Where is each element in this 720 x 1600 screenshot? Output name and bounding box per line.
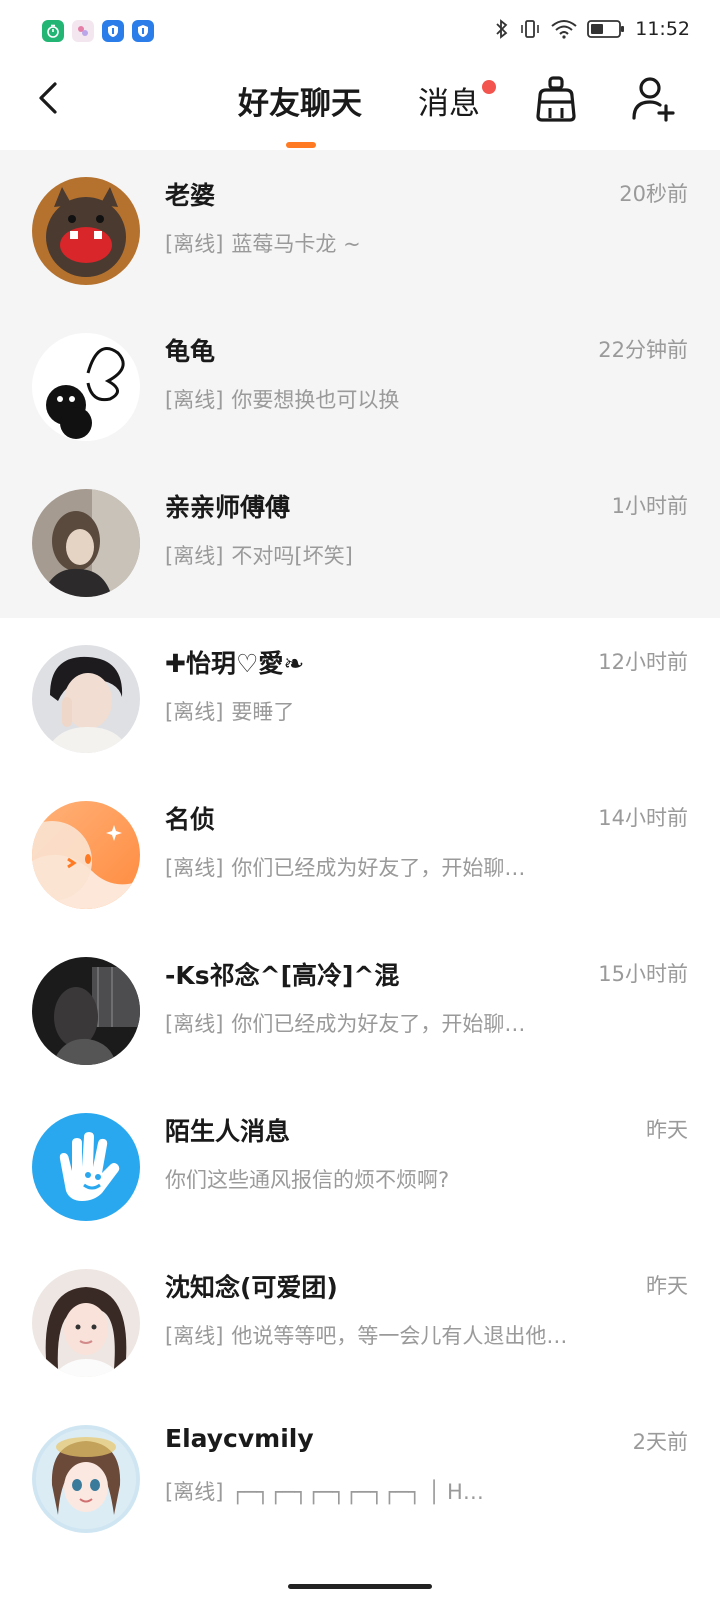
status-notification-icons [42,20,154,42]
chat-time: 22分钟前 [598,338,688,362]
last-message: 他说等等吧，等一会儿有人退出他… [231,1324,568,1348]
shield-app-icon [102,20,124,42]
chat-row[interactable]: -Ks祁念^[高冷]^混 15小时前 [离线] 你们已经成为好友了，开始聊… [0,930,720,1086]
vibrate-icon [521,20,540,38]
tab-messages[interactable]: 消息 [418,78,480,123]
last-message: 你们这些通风报信的烦不烦啊? [165,1168,450,1192]
status-system-icons: 11:52 [495,18,690,40]
chat-time: 12小时前 [598,650,688,674]
status-time: 11:52 [635,18,690,40]
chat-name: -Ks祁念^[高冷]^混 [165,961,400,990]
avatar [32,801,140,909]
online-status: [离线] [165,1324,224,1348]
online-status: [离线] [165,232,224,256]
broom-icon [536,76,576,122]
last-message: 不对吗[坏笑] [231,544,353,568]
chat-name: 龟龟 [165,337,216,366]
avatar [32,1269,140,1377]
chat-list: 老婆 20秒前 [离线] 蓝莓马卡龙 ~ 龟龟 22分钟前 [离线] 你要想换也可以… [0,150,720,1554]
battery-icon [587,20,625,38]
chat-preview: [离线] ┌─┐┌─┐┌─┐┌─┐┌─┐ │ H… [165,1476,484,1506]
online-status: [离线] [165,1012,224,1036]
avatar [32,489,140,597]
last-message: 要睡了 [231,700,295,724]
status-bar: 11:52 [0,0,720,62]
chat-name: 老婆 [165,181,216,210]
chat-name: 陌生人消息 [165,1117,291,1146]
shield-app-icon [132,20,154,42]
home-indicator[interactable] [288,1584,432,1589]
chat-preview: [离线] 他说等等吧，等一会儿有人退出他… [165,1320,567,1350]
last-message: 你要想换也可以换 [231,388,400,412]
chat-time: 14小时前 [598,806,688,830]
active-tab-indicator [286,142,316,148]
chat-preview: [离线] 你们已经成为好友了，开始聊… [165,1008,525,1038]
chat-preview: 你们这些通风报信的烦不烦啊? [165,1164,449,1194]
chat-name: 沈知念(可爱团) [165,1273,338,1302]
chat-name: ✚怡玥♡愛❧ [165,649,305,678]
tab-friend-chat[interactable]: 好友聊天 [238,78,362,123]
last-message: ┌─┐┌─┐┌─┐┌─┐┌─┐ │ H… [231,1480,484,1504]
chat-preview: [离线] 你要想换也可以换 [165,384,399,414]
chat-row[interactable]: 陌生人消息 昨天 你们这些通风报信的烦不烦啊? [0,1086,720,1242]
chat-row[interactable]: Elaycvmily 2天前 [离线] ┌─┐┌─┐┌─┐┌─┐┌─┐ │ H… [0,1398,720,1554]
online-status: [离线] [165,388,224,412]
chat-preview: [离线] 不对吗[坏笑] [165,540,353,570]
online-status: [离线] [165,1480,224,1504]
avatar [32,957,140,1065]
bluetooth-icon [496,19,508,39]
chat-preview: [离线] 你们已经成为好友了，开始聊… [165,852,525,882]
avatar [32,333,140,441]
chat-name: 亲亲师傅傅 [165,493,291,522]
photo-app-icon [72,20,94,42]
chat-time: 昨天 [646,1118,688,1142]
chat-preview: [离线] 蓝莓马卡龙 ~ [165,228,361,258]
avatar [32,645,140,753]
avatar [32,177,140,285]
timer-app-icon [42,20,64,42]
chat-row[interactable]: 亲亲师傅傅 1小时前 [离线] 不对吗[坏笑] [0,462,720,618]
add-friend-button[interactable] [630,74,680,124]
avatar [32,1113,140,1221]
chat-time: 15小时前 [598,962,688,986]
chat-time: 20秒前 [619,182,688,206]
chat-time: 1小时前 [611,494,688,518]
last-message: 你们已经成为好友了，开始聊… [231,856,526,880]
chevron-left-icon [39,82,57,114]
add-user-icon [632,77,675,122]
chat-row[interactable]: 名侦 14小时前 [离线] 你们已经成为好友了，开始聊… [0,774,720,930]
chat-row[interactable]: 老婆 20秒前 [离线] 蓝莓马卡龙 ~ [0,150,720,306]
online-status: [离线] [165,856,224,880]
chat-preview: [离线] 要睡了 [165,696,294,726]
chat-time: 昨天 [646,1274,688,1298]
online-status: [离线] [165,544,224,568]
chat-row[interactable]: ✚怡玥♡愛❧ 12小时前 [离线] 要睡了 [0,618,720,774]
online-status: [离线] [165,700,224,724]
chat-time: 2天前 [632,1430,688,1454]
wifi-icon [551,20,577,39]
last-message: 你们已经成为好友了，开始聊… [231,1012,526,1036]
back-button[interactable] [28,76,68,120]
avatar [32,1425,140,1533]
chat-row[interactable]: 沈知念(可爱团) 昨天 [离线] 他说等等吧，等一会儿有人退出他… [0,1242,720,1398]
unread-dot [482,80,496,94]
clear-unread-button[interactable] [532,74,580,124]
chat-row[interactable]: 龟龟 22分钟前 [离线] 你要想换也可以换 [0,306,720,462]
chat-name: 名侦 [165,805,216,834]
top-navigation-bar: 好友聊天 消息 [0,62,720,150]
chat-name: Elaycvmily [165,1424,314,1453]
last-message: 蓝莓马卡龙 ~ [231,232,361,256]
